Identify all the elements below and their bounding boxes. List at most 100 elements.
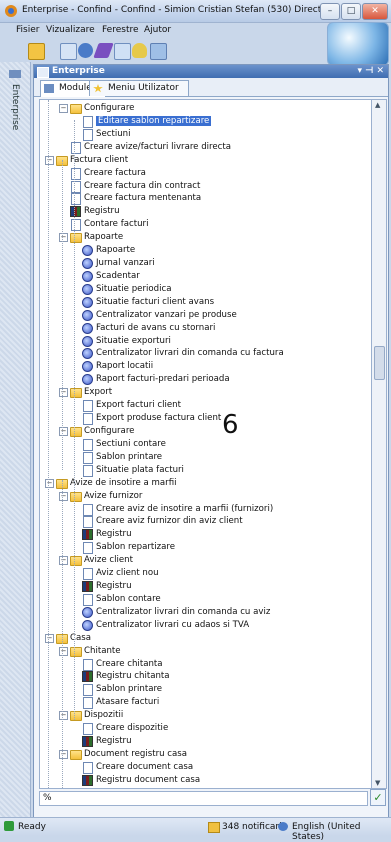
apply-filter-button[interactable]: ✓ (370, 789, 386, 806)
tree-item[interactable]: Avize client (70, 554, 133, 567)
module-tree[interactable]: − Configurare Editare sablon repartizare Se… (39, 99, 372, 789)
tree-item[interactable]: Rapoarte (82, 244, 135, 257)
dock-pin-icon[interactable] (8, 68, 22, 80)
tree-item[interactable]: Registru (70, 205, 120, 218)
tree-item[interactable]: Creare aviz furnizor din aviz client (82, 515, 243, 529)
help-icon[interactable] (132, 43, 147, 58)
tree-item[interactable]: Jurnal vanzari (82, 257, 155, 270)
tab-meniu-utilizator[interactable]: Meniu Utilizator (89, 80, 189, 96)
tree-expander-icon[interactable]: − (59, 388, 68, 398)
tree-item[interactable]: Export facturi client (82, 399, 181, 413)
tree-item[interactable]: Centralizator livrari din comanda cu fac… (82, 347, 284, 360)
tree-item[interactable]: Situatie periodica (82, 283, 171, 295)
tree-item[interactable]: Aviz client nou (82, 567, 159, 581)
tree-expander-icon[interactable]: − (59, 491, 68, 501)
tree-expander-icon[interactable]: − (59, 104, 68, 113)
tree-item[interactable]: Creare aviz de insotire a marfii (furniz… (82, 503, 273, 516)
tree-item[interactable]: Sablon contare (82, 593, 161, 606)
tree-item[interactable]: Export produse factura client (82, 412, 221, 426)
close-button[interactable]: ✕ (362, 3, 388, 20)
tree-item[interactable]: Configurare (70, 102, 134, 114)
tree-item[interactable]: Creare avize/facturi livrare directa (70, 141, 231, 154)
tree-item[interactable]: Atasare facturi (82, 696, 159, 710)
tree-item-label: Jurnal vanzari (96, 258, 155, 269)
tree-item[interactable]: Scadentar (82, 270, 140, 282)
modules-icon[interactable] (60, 43, 77, 60)
mail-icon[interactable] (114, 43, 131, 60)
tree-item[interactable]: Rapoarte (70, 231, 123, 244)
status-language[interactable]: English (United States) (292, 822, 391, 842)
tree-item[interactable]: Situatie facturi client avans (82, 296, 214, 308)
menu-ferestre[interactable]: Ferestre (102, 25, 139, 35)
folder-icon (70, 711, 82, 722)
minimize-button[interactable]: – (320, 3, 340, 20)
maximize-button[interactable]: □ (341, 3, 361, 20)
tree-item[interactable]: Centralizator livrari cu adaos si TVA (82, 619, 249, 631)
doc-icon (71, 219, 81, 232)
folder-icon (70, 104, 82, 114)
scroll-up-icon[interactable]: ▲ (375, 101, 380, 109)
tree-expander-icon[interactable]: − (59, 556, 68, 566)
scroll-thumb[interactable] (374, 346, 385, 380)
tree-item[interactable]: Registru (82, 528, 132, 541)
tree-item[interactable]: Export (70, 386, 112, 399)
notification-icon[interactable] (208, 822, 220, 833)
menu-fisier[interactable]: Fisier (16, 25, 39, 35)
tree-item[interactable]: Creare chitanta (82, 658, 163, 671)
panel-controls[interactable]: ▾ ⊣ ✕ (357, 65, 384, 78)
tree-item[interactable]: Registru document casa (82, 774, 200, 786)
tree-item[interactable]: Situatie exporturi (82, 335, 171, 347)
tree-item[interactable]: Creare document casa (82, 761, 194, 774)
tree-item-label: Facturi de avans cu stornari (96, 322, 216, 333)
open-icon[interactable] (28, 43, 45, 60)
pen-icon[interactable] (93, 43, 114, 58)
tree-item[interactable]: Creare factura mentenanta (70, 192, 201, 206)
tree-item-label: Sablon printare (96, 451, 163, 462)
window-icon[interactable] (150, 43, 167, 60)
tree-item[interactable]: Creare dispozitie (82, 722, 168, 736)
users-icon[interactable] (78, 43, 93, 58)
tree-item[interactable]: Facturi de avans cu stornari (82, 322, 215, 334)
tree-item[interactable]: Centralizator livrari din comanda cu avi… (82, 606, 270, 618)
menu-ajutor[interactable]: Ajutor (144, 25, 171, 35)
status-notifications[interactable]: 348 notificari (222, 822, 282, 832)
tree-item[interactable]: Raport facturi-predari perioada (82, 373, 230, 386)
tree-item[interactable]: Registru chitanta (82, 670, 170, 683)
tree-expander-icon[interactable]: − (59, 711, 68, 721)
tree-item[interactable]: Creare factura din contract (70, 180, 200, 193)
dock-label-enterprise[interactable]: Enterprise (10, 84, 20, 130)
tree-item-label: Centralizator livrari din comanda cu avi… (96, 606, 271, 617)
tree-item-label: Creare document casa (96, 761, 194, 772)
tree-expander-icon[interactable]: − (59, 233, 68, 243)
scroll-down-icon[interactable]: ▼ (375, 779, 380, 787)
tree-item[interactable]: Dispozitii (70, 709, 123, 722)
tree-item[interactable]: Registru (82, 580, 132, 593)
tree-item[interactable]: Document registru casa (70, 748, 187, 760)
tree-item[interactable]: Creare factura (70, 167, 146, 180)
tree-item[interactable]: Editare sablon repartizare (82, 115, 212, 128)
tree-item[interactable]: Avize furnizor (70, 490, 142, 502)
tree-item[interactable]: Sablon printare (82, 683, 162, 697)
menu-vizualizare[interactable]: Vizualizare (46, 25, 95, 35)
tree-item[interactable]: Sectiuni contare (82, 438, 166, 451)
tree-item[interactable]: Contare facturi (70, 218, 148, 232)
tree-item[interactable]: Centralizator vanzari pe produse (82, 309, 237, 321)
tree-expander-icon[interactable]: − (45, 633, 54, 643)
tree-expander-icon[interactable]: − (59, 646, 68, 656)
filter-input[interactable]: % (39, 791, 368, 806)
tree-item[interactable]: Raport locatii (82, 360, 153, 373)
tree-expander-icon[interactable]: − (59, 750, 68, 759)
tree-item[interactable]: Sectiuni (82, 128, 131, 141)
tree-item[interactable]: Sablon repartizare (82, 541, 175, 555)
tree-expander-icon[interactable]: − (45, 478, 54, 488)
tree-expander-icon[interactable]: − (59, 427, 68, 436)
tree-item[interactable]: Situatie plata facturi (82, 464, 184, 477)
tree-item[interactable]: Chitante (70, 645, 121, 657)
tree-item-label: Registru (84, 206, 120, 217)
tree-expander-icon[interactable]: − (45, 155, 54, 165)
tree-item[interactable]: Factura client (56, 154, 128, 166)
tree-scrollbar[interactable]: ▲ ▼ (371, 99, 387, 789)
tree-item[interactable]: Registru (82, 735, 132, 748)
tree-item[interactable]: Configurare (70, 425, 134, 437)
tree-item[interactable]: Sablon printare (82, 451, 163, 464)
